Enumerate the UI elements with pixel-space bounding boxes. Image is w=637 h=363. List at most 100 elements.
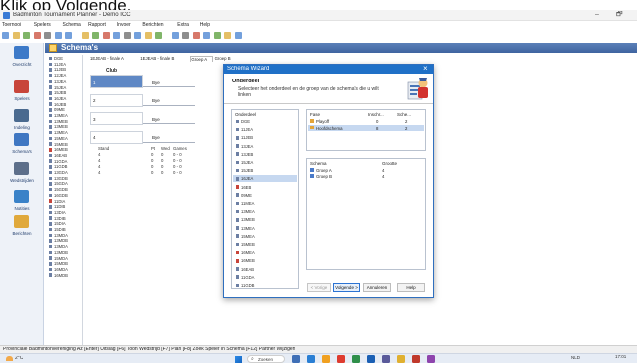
- fase-table[interactable]: Fase Inschr... Sche... Playoff 0 2 Hoofdschema…: [306, 109, 426, 151]
- menu-item-invoer[interactable]: Invoer: [117, 22, 131, 28]
- onderdeel-item[interactable]: 16JEA: [241, 176, 253, 181]
- event-list-item[interactable]: 13MDA: [54, 244, 68, 249]
- onderdeel-item[interactable]: 15MEA: [241, 234, 255, 239]
- taskbar-app-icon[interactable]: [397, 355, 405, 363]
- toolbar-button-icon[interactable]: [12, 32, 20, 39]
- event-list-item[interactable]: 13MEB: [54, 124, 68, 129]
- fase-cell[interactable]: Playoff: [316, 119, 329, 124]
- toolbar-button-icon[interactable]: [203, 32, 210, 39]
- event-list-item[interactable]: 15JEB: [54, 90, 66, 95]
- event-list-item[interactable]: 15GDB: [54, 187, 68, 192]
- onderdeel-item[interactable]: 15JEA: [241, 160, 253, 165]
- tab-item[interactable]: Groep A: [190, 56, 213, 62]
- schema-cell[interactable]: Groep B: [316, 174, 332, 179]
- schema-icon[interactable]: [14, 133, 29, 146]
- back-button[interactable]: < Vorige: [307, 283, 331, 292]
- globe-icon[interactable]: [14, 46, 29, 59]
- toolbar-button-icon[interactable]: [113, 32, 120, 39]
- fase-cell[interactable]: 8: [376, 126, 378, 131]
- event-list-item[interactable]: 11JEB: [54, 67, 66, 72]
- onderdeel-item[interactable]: 15MEB: [241, 242, 255, 247]
- event-list-item[interactable]: 15JEA: [54, 85, 66, 90]
- toolbar-button-icon[interactable]: [171, 32, 179, 39]
- event-list-item[interactable]: 16JEB: [54, 102, 66, 107]
- restore-button[interactable]: 🗗: [616, 11, 623, 18]
- taskbar-app-icon[interactable]: [337, 355, 345, 363]
- onderdeel-item[interactable]: 13JEA: [241, 144, 253, 149]
- sidebar-label-notities[interactable]: Notities: [0, 206, 44, 211]
- toolbar-button-icon[interactable]: [44, 32, 51, 39]
- toolbar-button-icon[interactable]: [102, 32, 110, 39]
- taskbar-search[interactable]: ⌕ Zoeken: [247, 355, 285, 363]
- sidebar-label-wedstrijden[interactable]: Wedstrijden: [0, 178, 44, 183]
- next-button[interactable]: Volgende >: [333, 283, 360, 292]
- taskbar-app-icon[interactable]: [292, 355, 300, 363]
- notes-icon[interactable]: [14, 190, 29, 203]
- onderdeel-item[interactable]: 11JEA: [241, 127, 253, 132]
- onderdeel-item[interactable]: 13MEA: [241, 226, 255, 231]
- onderdeel-item[interactable]: 16EAB: [241, 267, 254, 272]
- toolbar-button-icon[interactable]: [134, 32, 141, 39]
- fase-cell[interactable]: 2: [405, 126, 407, 131]
- event-list-item[interactable]: 15MDA: [54, 256, 68, 261]
- event-list-item[interactable]: 16MEB: [54, 147, 68, 152]
- toolbar-button-icon[interactable]: [65, 32, 72, 39]
- help-button[interactable]: Help: [397, 283, 425, 292]
- sidebar-label-spelers[interactable]: Spelers: [0, 96, 44, 101]
- onderdeel-item[interactable]: 11MEA: [241, 201, 254, 206]
- event-list-item[interactable]: 16MDA: [54, 267, 68, 272]
- event-list-item[interactable]: 12JEA: [54, 73, 66, 78]
- event-list-item[interactable]: 13GDA: [54, 170, 68, 175]
- event-list-item[interactable]: DGE: [54, 56, 63, 61]
- menu-item-rapport[interactable]: Rapport: [88, 22, 106, 28]
- sidebar-label-indeling[interactable]: Indeling: [0, 125, 44, 130]
- tab-item[interactable]: 1EJEAB - finale B: [140, 56, 188, 61]
- event-list-item[interactable]: 15MEB: [54, 142, 68, 147]
- tab-item[interactable]: Groep B: [215, 56, 237, 61]
- menu-item-spelers[interactable]: Spelers: [34, 22, 51, 28]
- toolbar-button-icon[interactable]: [213, 32, 221, 39]
- event-list-item[interactable]: 16JEA: [54, 96, 66, 101]
- taskbar-app-icon[interactable]: [307, 355, 315, 363]
- taskbar-app-icon[interactable]: [382, 355, 390, 363]
- onderdeel-item[interactable]: 11GDA: [241, 275, 254, 280]
- event-list-item[interactable]: 11JEA: [54, 62, 66, 67]
- toolbar-button-icon[interactable]: [92, 32, 99, 39]
- toolbar-button-icon[interactable]: [33, 32, 41, 39]
- fase-cell[interactable]: 0: [376, 119, 378, 124]
- event-list[interactable]: DGE 11JEA 11JEB 12JEA 13JEA 15JEA 15JEB 16JEA 16…: [45, 55, 83, 355]
- taskbar-app-icon[interactable]: [367, 355, 375, 363]
- taskbar-app-icon[interactable]: [427, 355, 435, 363]
- menu-item-help[interactable]: Help: [200, 22, 210, 28]
- event-list-item[interactable]: 13MEA: [54, 130, 68, 135]
- sidebar-label-berichten[interactable]: Berichten: [0, 231, 44, 236]
- onderdeel-list[interactable]: Onderdeel DGE 11JEA 11JEB 13JEA 13JEB 15JEA 15J…: [231, 109, 299, 289]
- event-list-item[interactable]: 13MDA: [54, 233, 68, 238]
- event-list-item[interactable]: 13DIA: [54, 210, 66, 215]
- onderdeel-item[interactable]: 13JEB: [241, 152, 253, 157]
- schema-cell[interactable]: 4: [382, 168, 384, 173]
- toolbar-button-icon[interactable]: [54, 32, 62, 39]
- draw-slot[interactable]: [90, 130, 143, 144]
- event-list-item[interactable]: 11GDB: [54, 164, 67, 169]
- onderdeel-item[interactable]: 16EB: [241, 185, 251, 190]
- schema-cell[interactable]: 4: [382, 174, 384, 179]
- toolbar-button-icon[interactable]: [81, 32, 89, 39]
- fase-cell[interactable]: Hoofdschema: [316, 126, 343, 131]
- onderdeel-item[interactable]: 09ME: [241, 193, 252, 198]
- toolbar-button-icon[interactable]: [192, 32, 200, 39]
- toolbar-button-icon[interactable]: [2, 32, 9, 39]
- toolbar-button-icon[interactable]: [23, 32, 30, 39]
- taskbar-app-icon[interactable]: [322, 355, 330, 363]
- onderdeel-item[interactable]: 13MEB: [241, 217, 255, 222]
- event-list-item[interactable]: 13DIB: [54, 216, 66, 221]
- start-button[interactable]: [235, 356, 242, 363]
- onderdeel-item[interactable]: DGE: [241, 119, 250, 124]
- event-list-item[interactable]: 15MDB: [54, 261, 68, 266]
- menu-item-extra[interactable]: Extra: [177, 22, 189, 28]
- event-list-item[interactable]: 11DIA: [54, 199, 65, 204]
- draw-slot[interactable]: [90, 93, 143, 107]
- event-list-item[interactable]: 13MEB: [54, 119, 68, 124]
- players-icon[interactable]: [14, 80, 29, 93]
- event-list-item[interactable]: 13MEA: [54, 113, 68, 118]
